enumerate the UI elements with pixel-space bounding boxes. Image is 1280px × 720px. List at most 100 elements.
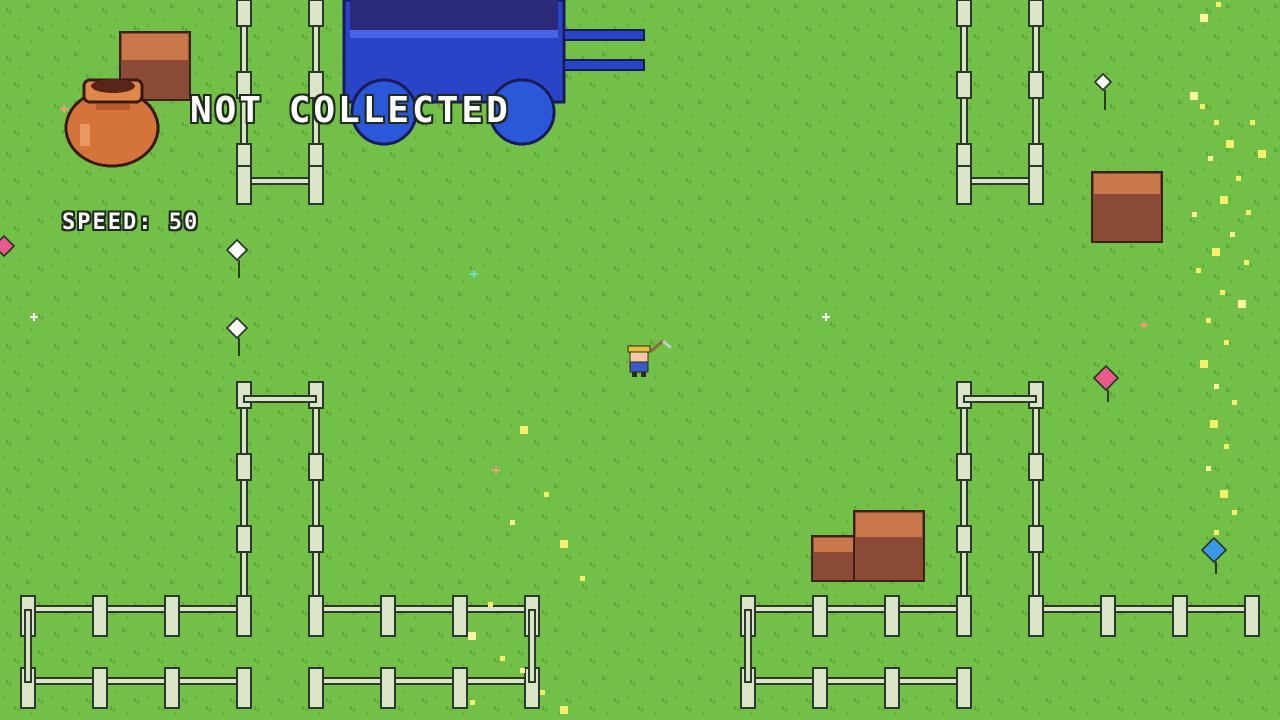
fence-post [1244,595,1260,637]
fence-post [956,453,972,481]
fence-post [956,525,972,553]
fence-post [1172,595,1188,637]
fence-post [452,667,468,709]
fence-post [1028,525,1044,553]
fence-post [812,667,828,709]
fence-post [308,0,324,27]
sparkle [1212,248,1220,256]
sparkle [1206,466,1211,471]
sparkle [560,706,568,714]
fence-post [956,595,972,637]
fence-post [884,595,900,637]
sparkle [1208,156,1213,161]
fence-post [380,667,396,709]
fence-post [1028,453,1044,481]
sparkle [544,492,549,497]
sparkle [1214,384,1219,389]
fence-rail [960,381,968,621]
fence-post [452,595,468,637]
sparkle [1232,510,1237,515]
crate [1091,171,1163,243]
fence-rail [528,609,536,683]
sparkle [1238,300,1246,308]
fence-post [956,71,972,99]
sparkle [1210,420,1218,428]
fence-post [812,595,828,637]
sparkle [1258,150,1266,158]
fence-rail [240,381,248,621]
fence-rail [963,177,1037,185]
sparkle [1224,444,1229,449]
fence-post [308,525,324,553]
sparkle [540,690,545,695]
fence-rail [963,395,1037,403]
sparkle [1196,268,1201,273]
sparkle [1214,530,1219,535]
fence-post [1028,71,1044,99]
sparkle [1250,120,1255,125]
sparkle [520,426,528,434]
fence-rail [747,605,965,613]
speed-label: SPEED: [62,210,154,235]
sparkle [1192,212,1197,217]
fence-post [956,0,972,27]
sparkle [1246,210,1251,215]
fence-post [308,595,324,637]
fence-post [956,667,972,709]
sparkle [1200,360,1208,368]
collection-status-text: NOT COLLECTED [190,90,511,131]
fence-post [308,453,324,481]
sparkle [1214,120,1219,125]
speed-value: 50 [168,210,200,235]
sparkle [520,668,525,673]
fence-rail [747,677,965,685]
sparkle [1226,140,1234,148]
sparkle [1236,176,1241,181]
fence-post [1028,0,1044,27]
fence-post [236,453,252,481]
fence-rail [243,395,317,403]
fence-post [164,595,180,637]
crate [853,510,925,582]
sparkle [1200,14,1208,22]
sparkle [1220,196,1228,204]
fence-post [380,595,396,637]
fence-post [92,595,108,637]
sparkle [1216,2,1221,7]
fence-post [236,165,252,205]
sparkle [468,632,476,640]
sparkle [1224,340,1229,345]
fence-post [92,667,108,709]
fence-post [308,165,324,205]
fence-rail [312,381,320,621]
fence-post [236,0,252,27]
fence-post [308,667,324,709]
fence-rail [27,677,245,685]
fence-rail [315,605,533,613]
sparkle [488,602,493,607]
fence-post [1100,595,1116,637]
fence-rail [744,609,752,683]
fence-rail [243,177,317,185]
sparkle [510,520,515,525]
speed-readout: SPEED: 50 [62,210,199,235]
fence-rail [315,677,533,685]
sparkle [500,656,505,661]
fence-post [236,595,252,637]
sparkle [1206,318,1211,323]
sparkle [1190,92,1198,100]
fence-post [1028,595,1044,637]
sparkle [1230,232,1235,237]
sparkle [1200,104,1205,109]
sparkle [560,540,568,548]
sparkle [580,576,585,581]
sparkle [1220,490,1228,498]
fence-rail [1035,605,1253,613]
fence-rail [27,605,245,613]
fence-post [236,525,252,553]
sparkle [470,700,475,705]
fence-post [236,667,252,709]
sparkle [1220,290,1225,295]
sparkle [1244,260,1249,265]
sparkle [1232,400,1237,405]
